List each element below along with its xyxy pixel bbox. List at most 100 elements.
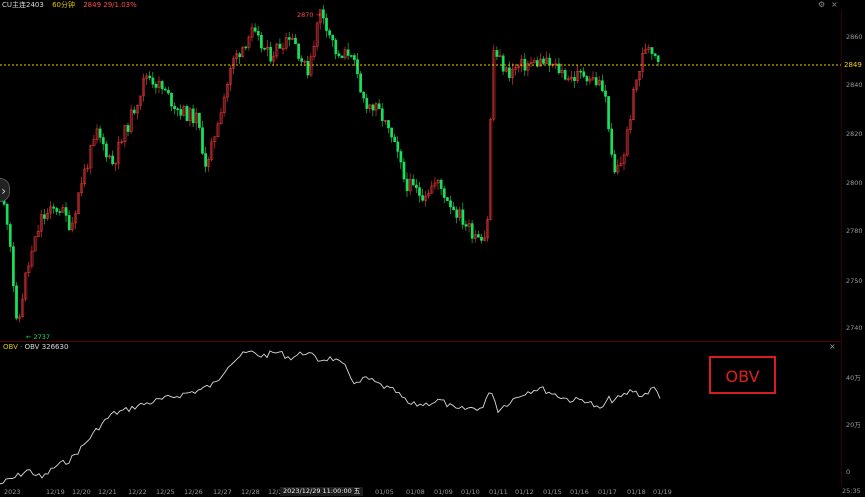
cursor-time-label: 2023/12/29 11:00:00 五	[280, 487, 364, 496]
candle-body	[557, 63, 561, 74]
candle-body	[362, 91, 366, 99]
obv-tick-label: 0	[846, 468, 850, 476]
candle-body	[287, 37, 291, 40]
candle-body	[294, 37, 297, 45]
obv-close-icon[interactable]: ×	[829, 343, 836, 351]
candle-body	[253, 27, 257, 32]
candle-body	[390, 127, 393, 138]
candle-body	[8, 224, 12, 247]
candle-body	[402, 161, 406, 180]
candle-body	[349, 55, 353, 57]
candle-body	[446, 197, 449, 202]
candle-body	[334, 39, 338, 55]
candle-body	[418, 187, 421, 196]
clock-label: 25:35	[842, 487, 861, 495]
candle-body	[582, 71, 586, 77]
candle-body	[594, 77, 598, 86]
candle-body	[300, 58, 304, 62]
price-tick-label: 2840	[846, 81, 863, 89]
candle-body	[455, 209, 459, 218]
candle-body	[167, 89, 170, 94]
candle-body	[5, 204, 9, 225]
price-tick-label: 2740	[846, 324, 863, 332]
candle-body	[353, 55, 356, 60]
candle-body	[43, 214, 46, 219]
candle-body	[380, 108, 384, 121]
candle-body	[260, 34, 263, 49]
candle-body	[105, 143, 108, 158]
obv-indicator-name[interactable]: OBV	[3, 343, 18, 351]
candle-body	[396, 141, 400, 152]
obv-tick-label: 40万	[846, 374, 861, 382]
candle-body	[548, 57, 552, 66]
price-tick-label: 2750	[846, 277, 863, 285]
candle-body	[573, 77, 576, 81]
candle-body	[170, 92, 173, 107]
obv-tick-label: 20万	[846, 421, 861, 429]
candle-body	[204, 153, 207, 167]
candle-body	[470, 223, 474, 239]
candle-body	[64, 207, 68, 216]
candle-body	[198, 112, 201, 128]
obv-header: OBV · OBV 326630	[3, 343, 69, 351]
price-tick-label: 2780	[846, 227, 863, 235]
candle-body	[331, 34, 335, 41]
candle-body	[365, 97, 369, 109]
candle-body	[52, 206, 56, 209]
price-tick-label: 2800	[846, 179, 863, 187]
candle-body	[356, 59, 359, 75]
candlestick-series	[2, 4, 660, 323]
high-marker: 2870 →	[297, 11, 322, 19]
candle-body	[415, 184, 418, 188]
candle-body	[340, 55, 344, 59]
candle-body	[452, 206, 455, 211]
candle-body	[12, 246, 15, 287]
candle-body	[563, 70, 567, 80]
candle-body	[377, 103, 381, 109]
candle-body	[601, 80, 604, 92]
candle-body	[359, 73, 362, 93]
candle-body	[244, 46, 248, 49]
obv-value-label: OBV 326630	[24, 343, 69, 351]
candlestick-chart[interactable]: 2860 2840 2820 2800 2780 2750 2740 40万 20万 0 202…	[0, 0, 865, 497]
candle-body	[461, 209, 465, 225]
obv-line	[0, 350, 661, 485]
candle-body	[399, 151, 403, 163]
candle-body	[610, 128, 614, 155]
time-axis-bar: 2023/12/29 11:00:00 五 25:35	[0, 486, 865, 497]
candle-body	[495, 50, 499, 57]
candle-body	[480, 236, 483, 241]
candle-body	[306, 60, 310, 76]
candle-body	[297, 43, 300, 59]
candle-body	[328, 30, 331, 36]
candle-body	[449, 200, 452, 208]
candle-body	[163, 88, 167, 91]
candle-body	[101, 137, 105, 145]
candle-body	[179, 109, 183, 116]
candle-body	[411, 178, 415, 186]
last-price-tag: 2849	[842, 61, 865, 70]
candle-body	[111, 155, 114, 165]
obv-axis: 40万 20万 0	[846, 374, 861, 476]
candle-body	[154, 84, 158, 88]
candle-body	[613, 154, 617, 173]
candle-body	[132, 109, 136, 114]
candle-body	[148, 75, 152, 79]
candle-body	[439, 179, 443, 189]
candle-body	[176, 108, 180, 111]
candle-body	[160, 81, 164, 90]
candle-body	[607, 96, 610, 130]
candle-body	[191, 108, 195, 124]
obv-annotation-box: OBV	[709, 356, 776, 394]
candle-body	[508, 67, 511, 78]
candle-body	[393, 136, 397, 143]
candle-body	[151, 77, 155, 85]
candle-body	[650, 47, 654, 55]
candle-body	[464, 224, 468, 227]
candle-body	[238, 53, 242, 58]
candle-body	[585, 76, 589, 82]
candle-body	[185, 106, 189, 121]
candle-body	[278, 43, 282, 49]
candle-body	[477, 234, 480, 238]
candle-body	[442, 188, 446, 198]
